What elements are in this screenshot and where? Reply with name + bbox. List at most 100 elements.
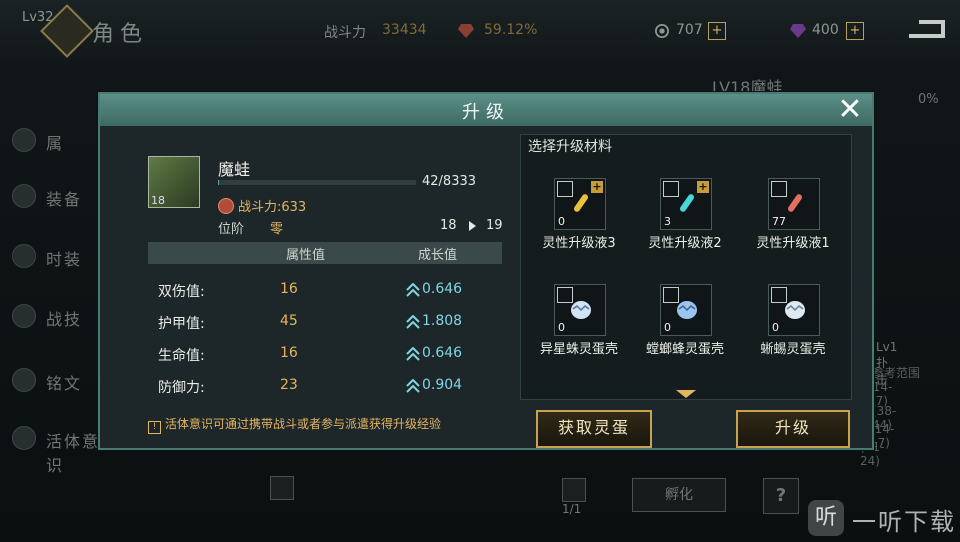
chevron-down-icon[interactable] (676, 390, 696, 398)
stat-growth: 0.646 (422, 345, 463, 361)
stat-value: 16 (280, 345, 298, 361)
material-slot[interactable]: + 0 灵性升级液3 (526, 178, 626, 258)
growth-up-icon (406, 379, 420, 393)
material-name: 异星蛛灵蛋壳 (539, 342, 618, 357)
crystal-icon (790, 24, 806, 38)
vial-icon (573, 194, 589, 212)
growth-up-icon (406, 315, 420, 329)
material-count: 0 (664, 321, 671, 334)
hint-text: ! 活体意识可通过携带战斗或者参与派遣获得升级经验 (148, 415, 441, 434)
watermark-text: 一听下载 (852, 508, 956, 536)
hatch-button[interactable]: 孵化 (632, 478, 726, 512)
level-to: 19 (486, 218, 503, 233)
material-box: 0 (554, 284, 606, 336)
equipment-icon (12, 184, 36, 208)
material-name: 螳螂蜂灵蛋壳 (645, 342, 724, 357)
material-box: + 3 (660, 178, 712, 230)
materials-title: 选择升级材料 (528, 139, 612, 155)
arrow-right-icon (469, 221, 476, 231)
header-growth: 成长值 (418, 248, 458, 263)
add-coins-button[interactable]: + (708, 22, 726, 40)
combat-power: 战斗力:633 (238, 200, 307, 215)
page-title: 角色 (92, 22, 149, 47)
consciousness-icon (12, 426, 36, 450)
close-button[interactable]: ✕ (828, 92, 872, 128)
side-item-living-consciousness[interactable]: 活体意识 (0, 418, 110, 475)
material-slot[interactable]: 0 异星蛛灵蛋壳 (526, 284, 626, 364)
material-slot[interactable]: 77 灵性升级液1 (740, 178, 840, 258)
gem-icon (458, 24, 474, 38)
power-label: 战斗力 (324, 25, 366, 41)
creature-name: 魔蛙 (218, 160, 251, 179)
side-item-fashion[interactable]: 时装 (0, 236, 110, 276)
stat-growth: 1.808 (422, 313, 463, 329)
material-slot[interactable]: 0 螳螂蜂灵蛋壳 (632, 284, 732, 364)
power-value: 33434 (382, 22, 427, 38)
growth-up-icon (406, 347, 420, 361)
play-button[interactable] (562, 478, 586, 502)
back-icon[interactable] (905, 16, 947, 42)
stat-growth: 0.646 (422, 281, 463, 297)
inscription-icon (12, 368, 36, 392)
table-row: 护甲值: 45 1.808 (148, 306, 502, 337)
eggshell-icon (785, 301, 805, 319)
hint-message: 活体意识可通过携带战斗或者参与派遣获得升级经验 (165, 417, 442, 431)
material-name: 灵性升级液3 (542, 236, 616, 251)
growth-up-icon (406, 283, 420, 297)
material-slot[interactable]: 0 蜥蜴灵蛋壳 (740, 284, 840, 364)
get-egg-button[interactable]: 获取灵蛋 (536, 410, 652, 448)
prev-button[interactable] (270, 476, 294, 500)
watermark: 听 一听下载 (808, 498, 960, 542)
table-row: 双伤值: 16 0.646 (148, 274, 502, 305)
material-count: 0 (558, 215, 565, 228)
rank-value: 零 (270, 222, 284, 237)
table-row: 防御力: 23 0.904 (148, 370, 502, 401)
vial-icon (679, 194, 695, 212)
side-item-inscription[interactable]: 铭文 (0, 360, 110, 400)
side-item-attributes[interactable]: 属 (0, 120, 110, 160)
material-box: 0 (768, 284, 820, 336)
exp-percent: 0% (918, 92, 939, 107)
material-name: 灵性升级液2 (648, 236, 722, 251)
material-count: 77 (772, 215, 786, 228)
side-item-equipment[interactable]: 装备 (0, 176, 110, 216)
percent-value: 59.12% (484, 22, 538, 38)
stats-table-header: 属性值 成长值 (148, 242, 502, 264)
stat-label: 生命值: (158, 348, 205, 364)
material-name: 蜥蜴灵蛋壳 (760, 342, 826, 357)
add-crystals-button[interactable]: + (846, 22, 864, 40)
coin-icon (655, 24, 669, 38)
rank-label: 位阶 (218, 222, 245, 237)
material-box: + 0 (554, 178, 606, 230)
creature-portrait: 18 (148, 156, 200, 208)
fashion-icon (12, 244, 36, 268)
coin-count: 707 (676, 22, 703, 38)
header-attribute: 属性值 (286, 248, 326, 263)
material-count: 0 (558, 321, 565, 334)
material-box: 0 (660, 284, 712, 336)
exp-bar (218, 180, 416, 185)
crystal-count: 400 (812, 22, 839, 38)
material-slot[interactable]: + 3 灵性升级液2 (632, 178, 732, 258)
top-bar: Lv32 角色 战斗力 33434 59.12% 707 + 400 + (0, 0, 960, 64)
exp-bar-fill (218, 180, 219, 185)
upgrade-dialog: 升级 ✕ 18 魔蛙 42/8333 战斗力:633 位阶 零 18 19 属性… (98, 92, 874, 450)
table-row: 生命值: 16 0.646 (148, 338, 502, 369)
help-button[interactable]: ? (763, 478, 799, 514)
skills-icon (12, 304, 36, 328)
info-icon: ! (148, 421, 161, 434)
material-name: 灵性升级液1 (756, 236, 830, 251)
stat-growth: 0.904 (422, 377, 463, 393)
ref-range-label: 参考范围 (872, 366, 921, 380)
dialog-title: 升级 (462, 102, 510, 123)
upgrade-button[interactable]: 升级 (736, 410, 850, 448)
material-count: 0 (772, 321, 779, 334)
stat-value: 16 (280, 281, 298, 297)
combat-power-icon (218, 198, 234, 214)
level-from: 18 (440, 218, 457, 233)
stat-label: 双伤值: (158, 284, 205, 300)
side-item-skills[interactable]: 战技 (0, 296, 110, 336)
exp-text: 42/8333 (422, 174, 477, 189)
page-indicator: 1/1 (562, 502, 582, 516)
attributes-icon (12, 128, 36, 152)
